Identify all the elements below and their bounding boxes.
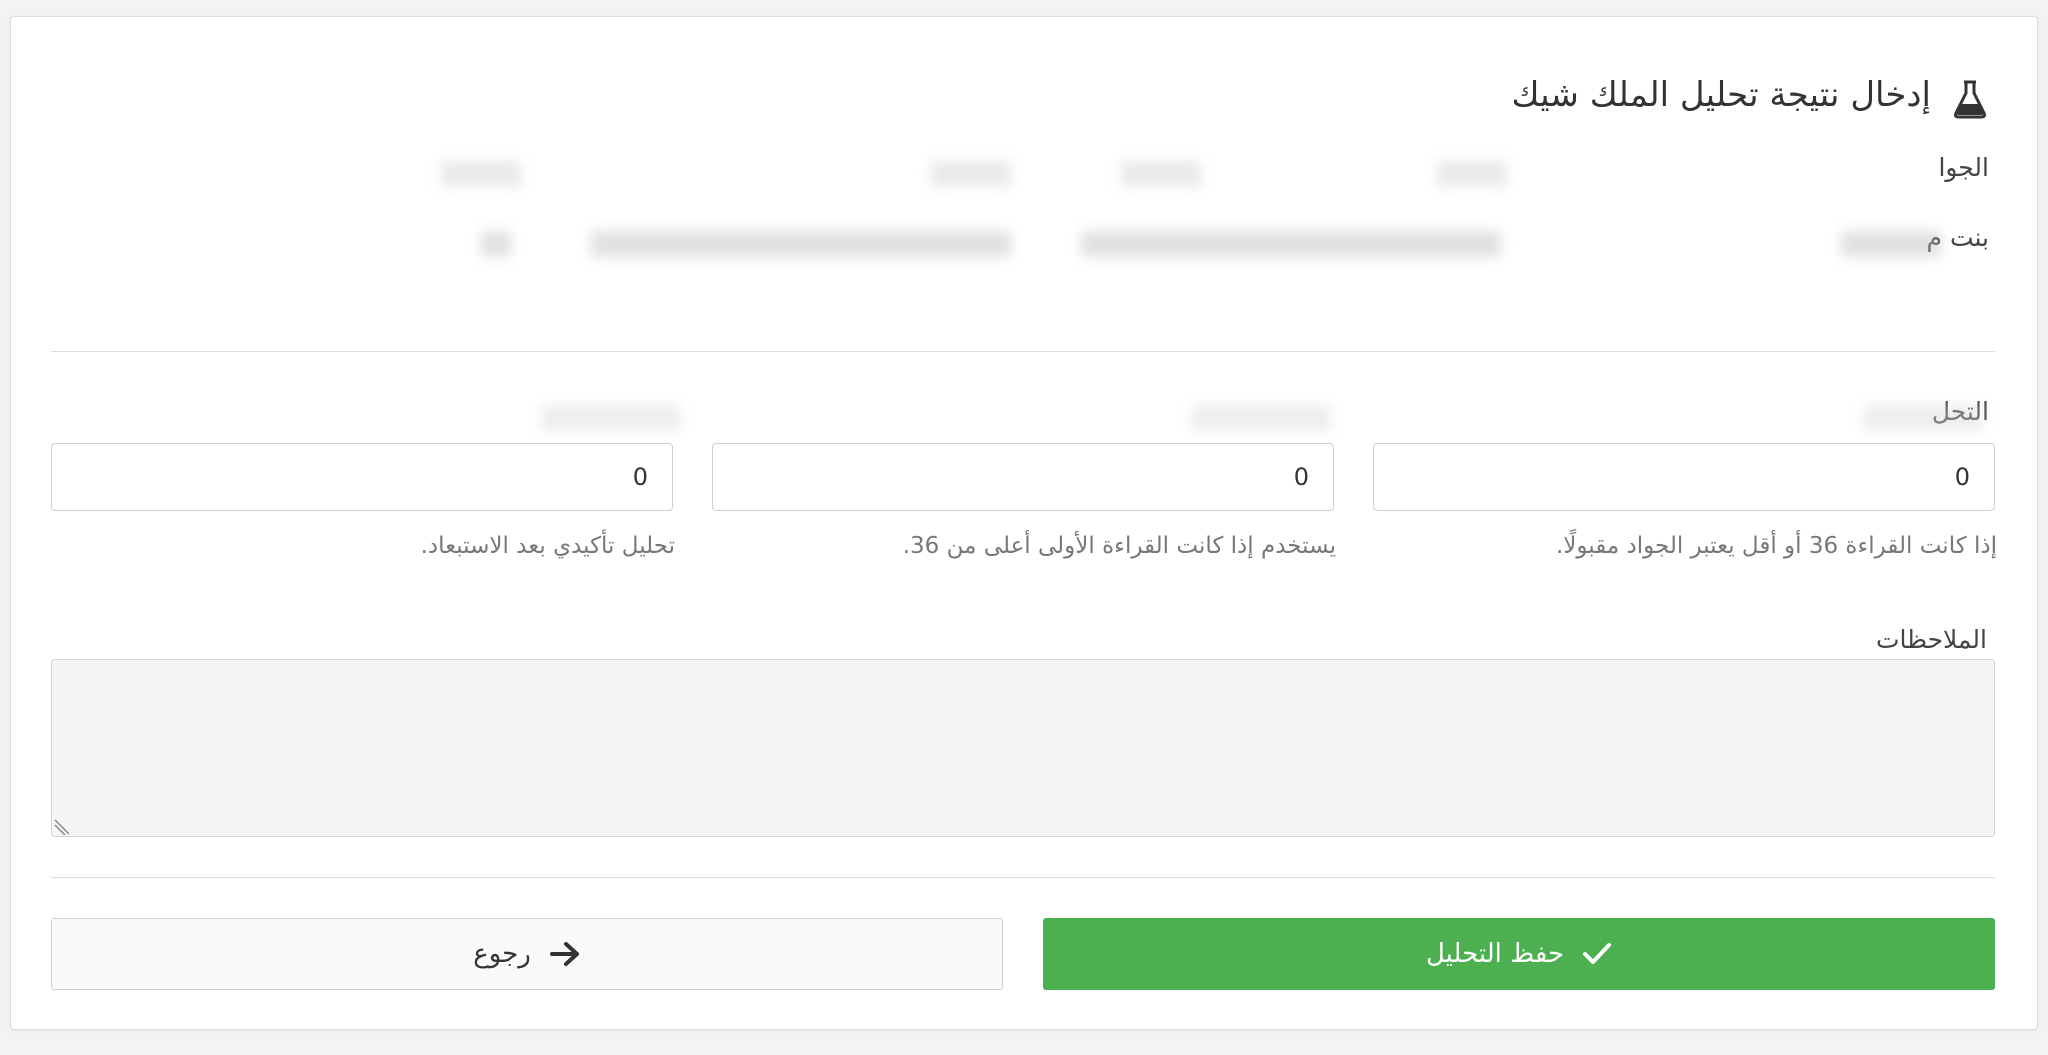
blurred-value-1	[1841, 231, 1941, 257]
resize-handle-icon[interactable]	[53, 819, 69, 835]
blurred-reading-label-3	[541, 405, 681, 431]
blurred-header-1	[1437, 161, 1507, 187]
first-reading-input[interactable]: 0	[1373, 443, 1995, 511]
third-reading-input[interactable]: 0	[51, 443, 673, 511]
blurred-reading-label-2	[1191, 405, 1331, 431]
horse-column-header: الجوا	[1938, 153, 1989, 182]
check-icon	[1583, 943, 1612, 964]
second-reading-help: يستخدم إذا كانت القراءة الأولى أعلى من 3…	[902, 533, 1336, 559]
arrow-right-icon	[549, 942, 579, 966]
save-analysis-button[interactable]: حفظ التحليل	[1043, 918, 1995, 990]
blurred-header-2	[1121, 161, 1201, 187]
blurred-value-2	[1081, 231, 1501, 257]
third-reading-help: تحليل تأكيدي بعد الاستبعاد.	[420, 533, 675, 559]
back-label: رجوع	[473, 939, 531, 969]
blurred-header-4	[441, 161, 521, 187]
page-title: إدخال نتيجة تحليل الملك شيك	[1511, 75, 1931, 115]
save-label: حفظ التحليل	[1425, 939, 1565, 969]
back-button[interactable]: رجوع	[51, 918, 1003, 990]
blurred-value-3	[591, 231, 1011, 257]
section-divider-top	[51, 351, 1995, 352]
blurred-reading-label-1	[1863, 405, 1983, 431]
flask-icon	[1953, 80, 1987, 119]
notes-textarea[interactable]	[51, 659, 1995, 837]
blurred-header-3	[931, 161, 1011, 187]
second-reading-input[interactable]: 0	[712, 443, 1334, 511]
notes-label: الملاحظات	[1875, 625, 1987, 654]
section-divider-bottom	[51, 877, 1995, 878]
analysis-form-card: إدخال نتيجة تحليل الملك شيك الجوا بنت م …	[10, 16, 2038, 1030]
first-reading-help: إذا كانت القراءة 36 أو أقل يعتبر الجواد …	[1555, 533, 1997, 559]
blurred-value-4	[481, 231, 511, 257]
